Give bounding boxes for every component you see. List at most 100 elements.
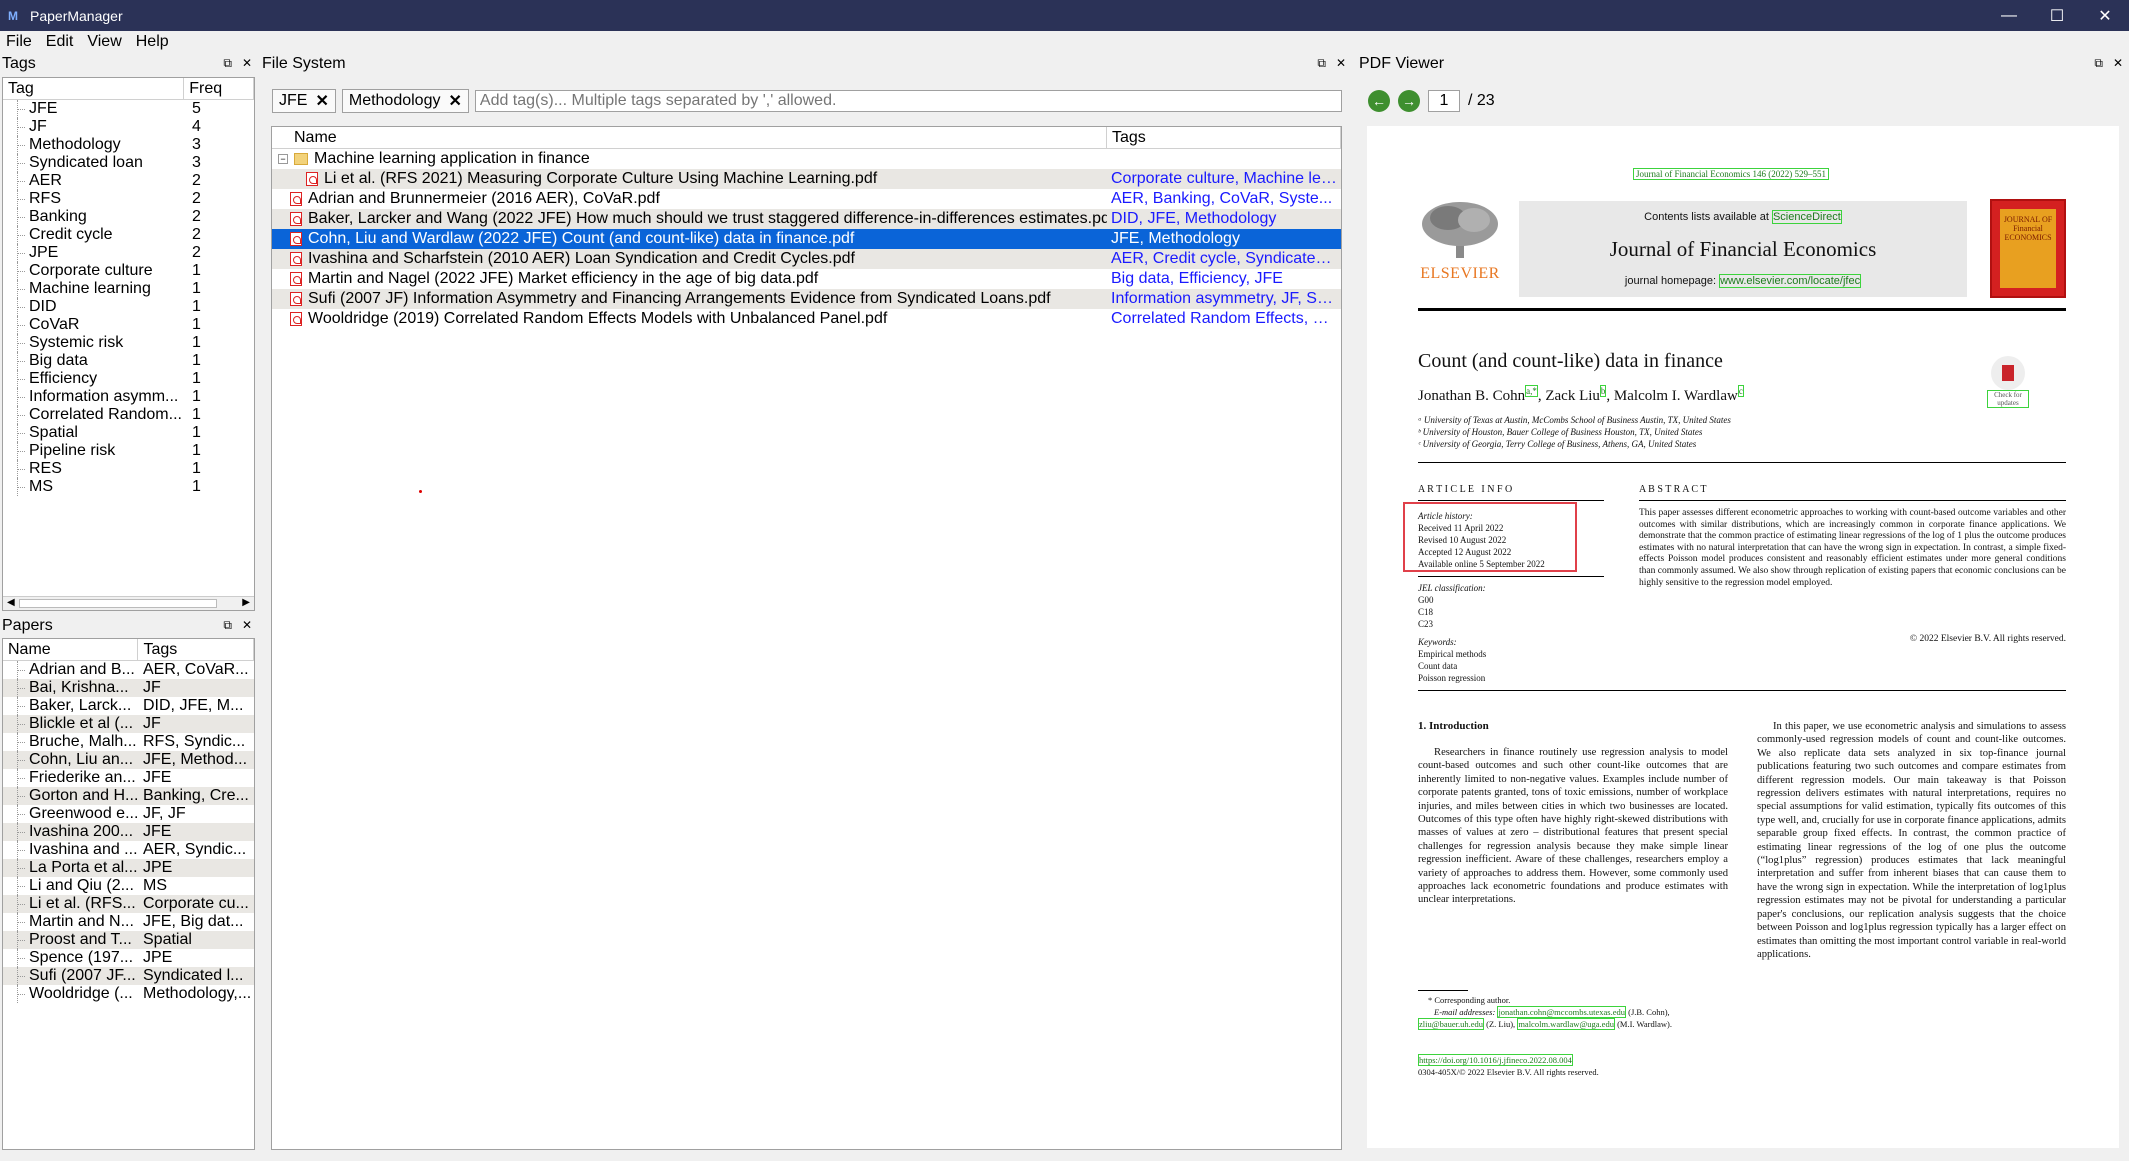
paper-row[interactable]: Wooldridge (... Methodology,... (3, 985, 254, 1003)
file-row[interactable]: Wooldridge (2019) Correlated Random Effe… (272, 309, 1341, 329)
paper-row[interactable]: Li et al. (RFS... Corporate cu... (3, 895, 254, 913)
close-icon[interactable]: ✕ (1336, 56, 1346, 71)
tag-row[interactable]: AER 2 (3, 172, 254, 190)
paper-row[interactable]: Gorton and H... Banking, Cre... (3, 787, 254, 805)
paper-row[interactable]: Spence (197... JPE (3, 949, 254, 967)
close-icon[interactable]: ✕ (2113, 56, 2123, 71)
paper-row[interactable]: La Porta et al... JPE (3, 859, 254, 877)
paper-row[interactable]: Li and Qiu (2... MS (3, 877, 254, 895)
journal-ref-link[interactable]: Journal of Financial Economics 146 (2022… (1633, 168, 1829, 180)
paper-row[interactable]: Sufi (2007 JF... Syndicated l... (3, 967, 254, 985)
add-tag-input[interactable] (474, 90, 1342, 112)
tag-row[interactable]: Systemic risk 1 (3, 334, 254, 352)
next-page-button[interactable]: → (1398, 90, 1420, 112)
tag-row[interactable]: Machine learning 1 (3, 280, 254, 298)
previous-page-button[interactable]: ← (1368, 90, 1390, 112)
folder-row[interactable]: − Machine learning application in financ… (272, 149, 1341, 169)
paper-name: Wooldridge (... (3, 985, 138, 1003)
file-name-column-header[interactable]: Name (272, 127, 1107, 148)
paper-row[interactable]: Friederike an... JFE (3, 769, 254, 787)
author-affiliation-link[interactable]: a,* (1525, 385, 1538, 397)
close-icon[interactable]: ✕ (242, 56, 252, 71)
file-tags-column-header[interactable]: Tags (1107, 127, 1341, 148)
remove-tag-icon[interactable]: ✕ (315, 91, 328, 111)
paper-row[interactable]: Martin and N... JFE, Big dat... (3, 913, 254, 931)
scroll-right-icon[interactable]: ▶ (242, 597, 250, 608)
minimize-button[interactable]: — (1985, 0, 2033, 31)
paper-row[interactable]: Adrian and B... AER, CoVaR... (3, 661, 254, 679)
tags-column-header[interactable]: Tags (138, 639, 254, 660)
float-icon[interactable]: ⧉ (2094, 56, 2103, 71)
close-icon[interactable]: ✕ (242, 618, 252, 633)
collapse-icon[interactable]: − (278, 154, 288, 164)
doi-link[interactable]: https://doi.org/10.1016/j.jfineco.2022.0… (1418, 1054, 1573, 1066)
file-row-selected[interactable]: Cohn, Liu and Wardlaw (2022 JFE) Count (… (272, 229, 1341, 249)
email-link[interactable]: jonathan.cohn@mccombs.utexas.edu (1497, 1006, 1626, 1018)
header-rule (1418, 308, 2066, 311)
tag-row[interactable]: Correlated Random... 1 (3, 406, 254, 424)
menu-help[interactable]: Help (136, 33, 169, 51)
menu-view[interactable]: View (87, 33, 121, 51)
tag-row[interactable]: JFE 5 (3, 100, 254, 118)
tag-row[interactable]: Syndicated loan 3 (3, 154, 254, 172)
tag-chip-jfe[interactable]: JFE ✕ (272, 89, 336, 113)
tag-row[interactable]: Big data 1 (3, 352, 254, 370)
horizontal-scrollbar[interactable]: ◀ ▶ (3, 596, 254, 610)
homepage-link[interactable]: www.elsevier.com/locate/jfec (1719, 274, 1862, 288)
papers-dock-label: Papers (2, 617, 53, 634)
tag-row[interactable]: Pipeline risk 1 (3, 442, 254, 460)
paper-row[interactable]: Greenwood e... JF, JF (3, 805, 254, 823)
tag-column-header[interactable]: Tag (3, 78, 185, 99)
author-affiliation-link[interactable]: c (1737, 385, 1744, 397)
tag-row[interactable]: Corporate culture 1 (3, 262, 254, 280)
email-link[interactable]: malcolm.wardlaw@uga.edu (1517, 1018, 1615, 1030)
close-button[interactable]: ✕ (2081, 0, 2129, 31)
file-row[interactable]: Adrian and Brunnermeier (2016 AER), CoVa… (272, 189, 1341, 209)
file-row[interactable]: Sufi (2007 JF) Information Asymmetry and… (272, 289, 1341, 309)
tag-row[interactable]: Methodology 3 (3, 136, 254, 154)
tag-row[interactable]: DID 1 (3, 298, 254, 316)
remove-tag-icon[interactable]: ✕ (448, 91, 461, 111)
paper-row[interactable]: Ivashina 200... JFE (3, 823, 254, 841)
maximize-button[interactable]: ☐ (2033, 0, 2081, 31)
paper-row[interactable]: Bai, Krishna... JF (3, 679, 254, 697)
sciencedirect-link[interactable]: ScienceDirect (1771, 210, 1842, 224)
tag-row[interactable]: JF 4 (3, 118, 254, 136)
paper-row[interactable]: Proost and T... Spatial (3, 931, 254, 949)
file-row[interactable]: Li et al. (RFS 2021) Measuring Corporate… (272, 169, 1341, 189)
page-number-input[interactable]: 1 (1428, 90, 1460, 112)
paper-row[interactable]: Cohn, Liu an... JFE, Method... (3, 751, 254, 769)
scrollbar-thumb[interactable] (19, 599, 217, 608)
author-affiliation-link[interactable]: b (1599, 385, 1607, 397)
tag-row[interactable]: Credit cycle 2 (3, 226, 254, 244)
float-icon[interactable]: ⧉ (1317, 56, 1326, 71)
tag-chip-methodology[interactable]: Methodology ✕ (341, 89, 469, 113)
tag-row[interactable]: CoVaR 1 (3, 316, 254, 334)
pdf-scroll-gutter[interactable] (2119, 126, 2127, 1150)
paper-row[interactable]: Baker, Larck... DID, JFE, M... (3, 697, 254, 715)
float-icon[interactable]: ⧉ (223, 56, 232, 71)
freq-column-header[interactable]: Freq (184, 78, 254, 99)
tag-row[interactable]: RES 1 (3, 460, 254, 478)
menu-file[interactable]: File (6, 33, 32, 51)
file-row[interactable]: Martin and Nagel (2022 JFE) Market effic… (272, 269, 1341, 289)
tag-row[interactable]: Efficiency 1 (3, 370, 254, 388)
file-row[interactable]: Baker, Larcker and Wang (2022 JFE) How m… (272, 209, 1341, 229)
file-row[interactable]: Ivashina and Scharfstein (2010 AER) Loan… (272, 249, 1341, 269)
paper-row[interactable]: Ivashina and ... AER, Syndic... (3, 841, 254, 859)
tag-row[interactable]: Banking 2 (3, 208, 254, 226)
float-icon[interactable]: ⧉ (223, 618, 232, 633)
scroll-left-icon[interactable]: ◀ (7, 597, 15, 608)
paper-row[interactable]: Blickle et al (... JF (3, 715, 254, 733)
paper-row[interactable]: Bruche, Malh... RFS, Syndic... (3, 733, 254, 751)
tag-row[interactable]: Spatial 1 (3, 424, 254, 442)
check-updates-badge[interactable]: Check for updates (1987, 356, 2029, 408)
name-column-header[interactable]: Name (3, 639, 139, 660)
menu-edit[interactable]: Edit (46, 33, 74, 51)
check-updates-label[interactable]: Check for updates (1987, 390, 2029, 408)
tag-row[interactable]: Information asymm... 1 (3, 388, 254, 406)
email-link[interactable]: zliu@bauer.uh.edu (1418, 1018, 1485, 1030)
tag-row[interactable]: JPE 2 (3, 244, 254, 262)
tag-row[interactable]: MS 1 (3, 478, 254, 496)
tag-row[interactable]: RFS 2 (3, 190, 254, 208)
